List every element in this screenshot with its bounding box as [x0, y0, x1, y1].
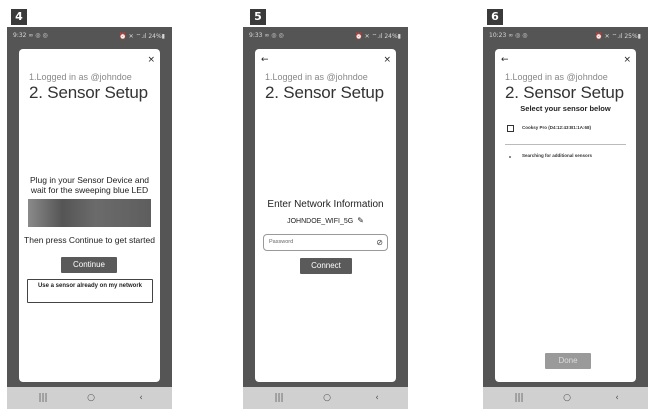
sensor-checkbox[interactable] [507, 125, 514, 132]
sensor-label: Cooksy Pro (D4:12:43:B1:1A:68) [522, 125, 592, 130]
step1-login-status: 1.Logged in as @johndoe [265, 72, 368, 82]
close-icon[interactable]: × [623, 55, 631, 65]
recent-apps-icon[interactable]: ||| [33, 390, 53, 406]
android-nav-bar: ||| ○ ‹ [483, 387, 648, 409]
screenshot-stage: 4 9:32 ∞ ◎ ◎ ⏰ ✕ ⌔.ıl 24%▮ × 1.Logged in… [0, 0, 652, 409]
status-icons: ⏰ ✕ ⌔.ıl 24%▮ [119, 33, 165, 40]
status-bar: 10:23 ∞ ◎ ◎ ⏰ ✕ ⌔.ıl 25%▮ [483, 27, 648, 43]
status-left-icons: ∞ ◎ ◎ [264, 32, 284, 39]
step1-login-status: 1.Logged in as @johndoe [505, 72, 608, 82]
plug-in-instructions: Plug in your Sensor Device and wait for … [19, 175, 160, 195]
status-left-icons: ∞ ◎ ◎ [508, 32, 528, 39]
status-bar: 9:33 ∞ ◎ ◎ ⏰ ✕ ⌔.ıl 24%▮ [243, 27, 408, 43]
sensor-list-item[interactable]: Cooksy Pro (D4:12:43:B1:1A:68) [507, 124, 627, 134]
status-icons: ⏰ ✕ ⌔.ıl 24%▮ [355, 33, 401, 40]
use-existing-sensor-button[interactable]: Use a sensor already on my network [27, 279, 153, 303]
back-nav-icon[interactable]: ‹ [131, 390, 151, 406]
recent-apps-icon[interactable]: ||| [269, 390, 289, 406]
setup-dialog: ← × 1.Logged in as @johndoe 2. Sensor Se… [495, 49, 636, 382]
close-icon[interactable]: × [147, 55, 155, 65]
searching-status: Searching for additional sensors [507, 153, 627, 161]
loading-spinner-icon [509, 156, 511, 158]
home-icon[interactable]: ○ [317, 390, 337, 406]
instruction-line2: wait for the sweeping blue LED [30, 185, 149, 195]
status-time: 9:33 ∞ ◎ ◎ [249, 32, 284, 39]
status-time: 9:32 ∞ ◎ ◎ [13, 32, 48, 39]
back-arrow-icon[interactable]: ← [501, 55, 509, 65]
step2-title: 2. Sensor Setup [505, 83, 624, 102]
android-nav-bar: ||| ○ ‹ [7, 387, 172, 409]
continue-button[interactable]: Continue [61, 257, 117, 273]
instruction-line1: Plug in your Sensor Device and [29, 175, 150, 185]
phone-screen-step5: 9:33 ∞ ◎ ◎ ⏰ ✕ ⌔.ıl 24%▮ ← × 1.Logged in… [243, 27, 408, 409]
eye-off-icon[interactable]: ⊘ [376, 235, 383, 250]
step1-login-status: 1.Logged in as @johndoe [29, 72, 132, 82]
continue-instruction: Then press Continue to get started [24, 235, 155, 245]
phone-screen-step6: 10:23 ∞ ◎ ◎ ⏰ ✕ ⌔.ıl 25%▮ ← × 1.Logged i… [483, 27, 648, 409]
divider [505, 144, 626, 145]
step2-title: 2. Sensor Setup [29, 83, 148, 102]
status-time: 10:23 ∞ ◎ ◎ [489, 32, 528, 39]
network-info-title: Enter Network Information [267, 199, 384, 210]
back-nav-icon[interactable]: ‹ [367, 390, 387, 406]
setup-dialog: ← × 1.Logged in as @johndoe 2. Sensor Se… [255, 49, 396, 382]
step2-title: 2. Sensor Setup [265, 83, 384, 102]
status-icons: ⏰ ✕ ⌔.ıl 25%▮ [595, 33, 641, 40]
select-sensor-title: Select your sensor below [520, 104, 611, 113]
back-nav-icon[interactable]: ‹ [607, 390, 627, 406]
back-arrow-icon[interactable]: ← [261, 55, 269, 65]
close-icon[interactable]: × [383, 55, 391, 65]
password-placeholder: Password [269, 239, 294, 245]
connect-button[interactable]: Connect [300, 258, 352, 274]
status-left-icons: ∞ ◎ ◎ [28, 32, 48, 39]
ssid-label: JOHNDOE_WIFI_5G [287, 218, 354, 225]
setup-dialog: × 1.Logged in as @johndoe 2. Sensor Setu… [19, 49, 160, 382]
pencil-icon[interactable]: ✎ [357, 216, 364, 225]
status-bar: 9:32 ∞ ◎ ◎ ⏰ ✕ ⌔.ıl 24%▮ [7, 27, 172, 43]
done-button[interactable]: Done [545, 353, 591, 369]
recent-apps-icon[interactable]: ||| [509, 390, 529, 406]
searching-label: Searching for additional sensors [522, 153, 593, 158]
sensor-led-image [28, 199, 151, 227]
step-number-badge: 5 [250, 9, 266, 25]
password-field[interactable]: Password ⊘ [263, 234, 388, 251]
step-number-badge: 6 [487, 9, 503, 25]
android-nav-bar: ||| ○ ‹ [243, 387, 408, 409]
home-icon[interactable]: ○ [557, 390, 577, 406]
ssid-row: JOHNDOE_WIFI_5G ✎ [255, 216, 396, 225]
home-icon[interactable]: ○ [81, 390, 101, 406]
phone-screen-step4: 9:32 ∞ ◎ ◎ ⏰ ✕ ⌔.ıl 24%▮ × 1.Logged in a… [7, 27, 172, 409]
step-number-badge: 4 [11, 9, 27, 25]
